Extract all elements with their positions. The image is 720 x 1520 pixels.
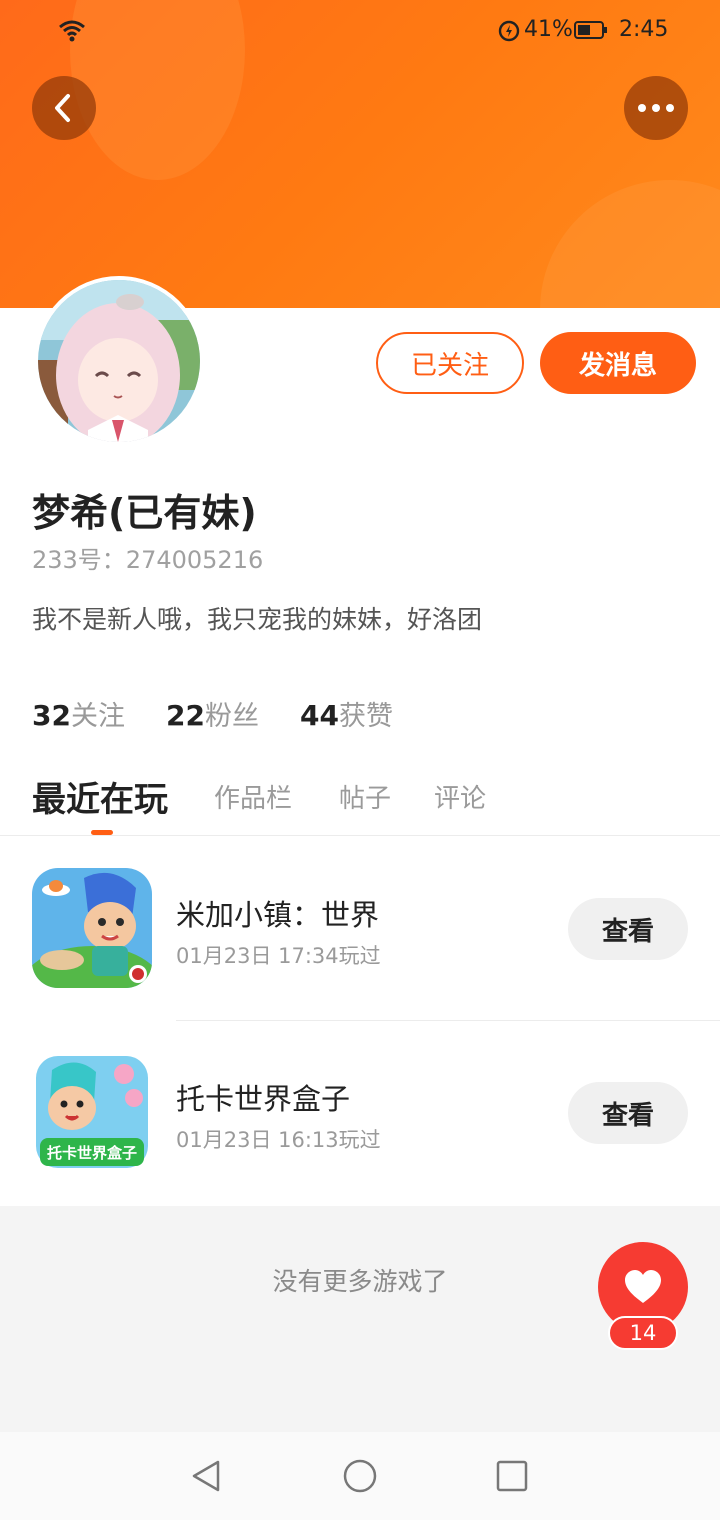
following-label: 关注 — [70, 701, 125, 732]
profile-tabs: 最近在玩 作品栏 帖子 评论 — [0, 770, 720, 836]
more-options-button[interactable] — [624, 76, 688, 140]
view-game-button[interactable]: 查看 — [568, 1082, 688, 1144]
game-name: 米加小镇：世界 — [176, 898, 380, 932]
heart-icon — [625, 1270, 661, 1303]
following-stat[interactable]: 32关注 — [32, 694, 125, 733]
status-bar: 41% 2:45 — [0, 0, 720, 62]
list-item[interactable]: 托卡世界盒子 托卡世界盒子 01月23日 16:13玩过 查看 — [0, 1022, 720, 1206]
user-id: 233号：274005216 — [32, 546, 264, 574]
user-bio: 我不是新人哦，我只宠我的妹妹，好洛团 — [32, 605, 483, 634]
nav-home-icon[interactable] — [342, 1458, 378, 1494]
clock: 2:45 — [619, 17, 669, 42]
list-item[interactable]: 米加小镇：世界 01月23日 17:34玩过 查看 — [0, 838, 720, 1022]
battery-icon — [574, 21, 607, 39]
followers-count: 22 — [166, 699, 205, 732]
nav-back-icon[interactable] — [188, 1458, 224, 1494]
likes-count: 44 — [300, 699, 339, 732]
battery-percent: 41% — [524, 17, 573, 42]
followers-label: 粉丝 — [204, 701, 259, 732]
tab-posts[interactable]: 帖子 — [339, 778, 391, 815]
banner-decoration — [540, 180, 720, 308]
send-message-button[interactable]: 发消息 — [540, 332, 696, 394]
system-navigation-bar — [0, 1432, 720, 1520]
game-played-time: 01月23日 16:13玩过 — [176, 1128, 381, 1152]
chevron-left-icon — [55, 94, 70, 122]
likes-label: 获赞 — [338, 701, 393, 732]
tab-comments[interactable]: 评论 — [434, 778, 486, 815]
follow-status-button[interactable]: 已关注 — [376, 332, 524, 394]
game-icon: 托卡世界盒子 — [32, 1052, 152, 1172]
view-game-button[interactable]: 查看 — [568, 898, 688, 960]
username: 梦希(已有妹) — [32, 491, 257, 535]
more-dots-icon — [638, 104, 674, 112]
game-name: 托卡世界盒子 — [176, 1082, 351, 1116]
game-icon — [32, 868, 152, 988]
avatar-image — [38, 280, 200, 442]
game-played-time: 01月23日 17:34玩过 — [176, 944, 381, 968]
tab-indicator — [91, 830, 113, 835]
back-button[interactable] — [32, 76, 96, 140]
battery-saver-icon — [498, 20, 520, 42]
followers-stat[interactable]: 22粉丝 — [166, 694, 259, 733]
divider — [176, 1020, 720, 1021]
tab-recently-played[interactable]: 最近在玩 — [32, 772, 168, 821]
like-count-badge: 14 — [608, 1316, 678, 1350]
svg-text:托卡世界盒子: 托卡世界盒子 — [47, 1144, 137, 1162]
likes-stat[interactable]: 44获赞 — [300, 694, 393, 733]
tab-works[interactable]: 作品栏 — [214, 778, 292, 815]
nav-recents-icon[interactable] — [494, 1458, 530, 1494]
wifi-icon — [59, 20, 85, 42]
profile-header-banner: 41% 2:45 — [0, 0, 720, 308]
following-count: 32 — [32, 699, 71, 732]
avatar[interactable] — [34, 276, 204, 446]
